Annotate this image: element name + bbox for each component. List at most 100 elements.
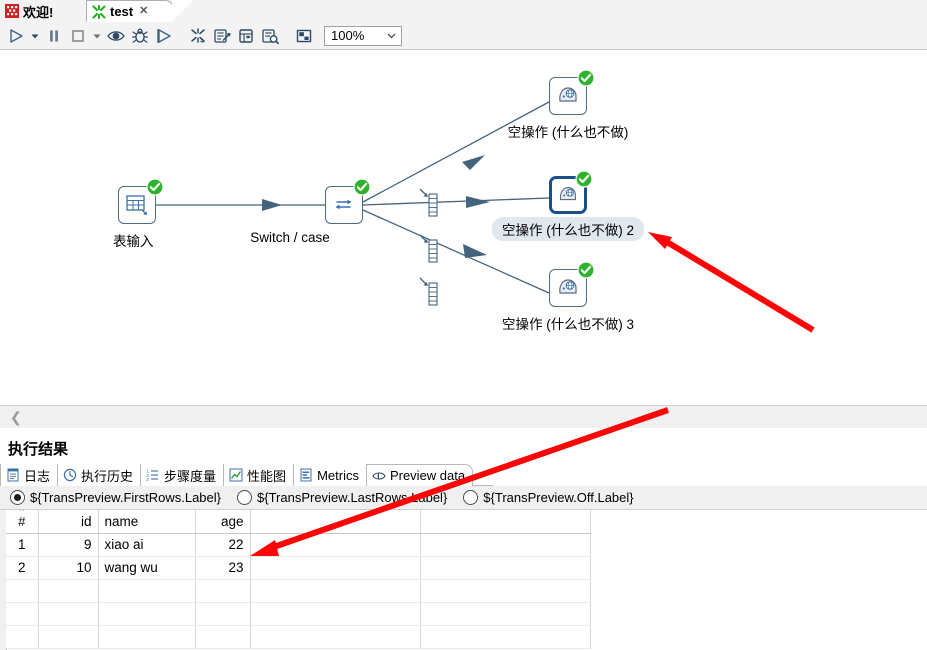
step-table-input-label: 表输入 bbox=[113, 234, 154, 249]
cell-empty bbox=[195, 625, 251, 649]
magnifier-grid-icon bbox=[261, 28, 279, 44]
canvas-collapse-bar: ❮ bbox=[0, 406, 927, 429]
inspect-data-button[interactable] bbox=[258, 24, 282, 48]
hop-table-input-to-switch bbox=[156, 199, 325, 211]
step-dummy-1[interactable] bbox=[549, 69, 595, 115]
transformation-hops bbox=[156, 101, 550, 306]
preview-rows-radio-group: ${TransPreview.FirstRows.Label} ${TransP… bbox=[0, 486, 927, 510]
list-numbered-icon: 1 2 3 bbox=[146, 469, 159, 482]
table-row-empty[interactable] bbox=[6, 625, 591, 649]
cell-empty bbox=[38, 602, 99, 626]
line-chart-icon bbox=[229, 468, 243, 482]
play-icon bbox=[10, 28, 23, 43]
column-header-hash[interactable]: ⌃ # bbox=[6, 510, 39, 534]
hop-switch-to-dummy-1 bbox=[362, 101, 550, 203]
replay-button[interactable] bbox=[152, 24, 176, 48]
preview-data-table[interactable]: ⌃ # id name age 1 9 xiao ai 22 2 10 wang… bbox=[6, 510, 591, 649]
editor-tab-bar: 欢迎! test ✕ bbox=[0, 0, 927, 23]
cell-empty bbox=[38, 625, 99, 649]
pause-icon bbox=[50, 30, 58, 41]
cell-empty bbox=[38, 579, 99, 603]
preview-button[interactable] bbox=[104, 24, 128, 48]
cell-id: 10 bbox=[38, 556, 99, 580]
table-row[interactable]: 1 9 xiao ai 22 bbox=[6, 533, 591, 557]
tab-performance-graph[interactable]: 性能图 bbox=[224, 464, 295, 486]
stop-icon bbox=[72, 29, 84, 42]
execution-results-panel: 执行结果 日志 执行历史 1 2 3 步骤度量 性能图 Metrics Prev… bbox=[0, 428, 927, 650]
bug-icon bbox=[132, 28, 148, 43]
table-row-empty[interactable] bbox=[6, 579, 591, 603]
run-button[interactable] bbox=[4, 24, 28, 48]
radio-off-label: ${TransPreview.Off.Label} bbox=[483, 490, 634, 505]
status-ok-icon bbox=[577, 69, 595, 87]
status-ok-icon bbox=[146, 178, 164, 196]
column-header-name[interactable]: name bbox=[98, 510, 196, 534]
tab-performance-graph-label: 性能图 bbox=[247, 468, 287, 484]
cell-empty bbox=[420, 602, 591, 626]
table-row-empty[interactable] bbox=[6, 602, 591, 626]
pause-button[interactable] bbox=[42, 24, 66, 48]
log-arrow-icon bbox=[213, 28, 230, 43]
step-dummy-3[interactable] bbox=[549, 261, 595, 307]
cell-name: wang wu bbox=[98, 556, 196, 580]
table-row[interactable]: 2 10 wang wu 23 bbox=[6, 556, 591, 580]
step-switch-case[interactable] bbox=[325, 178, 371, 224]
step-dummy-2[interactable] bbox=[549, 170, 593, 214]
tab-execution-history[interactable]: 执行历史 bbox=[58, 464, 142, 486]
column-header-age[interactable]: age bbox=[195, 510, 251, 534]
collapse-left-chevron-icon[interactable]: ❮ bbox=[10, 410, 22, 424]
zoom-level-combo[interactable]: 100% bbox=[324, 25, 402, 46]
status-ok-icon bbox=[575, 170, 593, 188]
history-clock-icon bbox=[63, 468, 77, 482]
status-ok-icon bbox=[577, 261, 595, 279]
cell-age: 23 bbox=[195, 556, 251, 580]
welcome-icon bbox=[5, 4, 19, 18]
cell-empty bbox=[98, 579, 196, 603]
transformation-icon bbox=[191, 27, 205, 43]
step-table-input[interactable] bbox=[118, 178, 164, 224]
cell-empty bbox=[195, 602, 251, 626]
debug-button[interactable] bbox=[128, 24, 152, 48]
preview-data-grid[interactable]: ⌃ # id name age 1 9 xiao ai 22 2 10 wang… bbox=[0, 510, 927, 650]
transformation-settings-button[interactable] bbox=[186, 24, 210, 48]
chevron-down-icon bbox=[31, 34, 39, 38]
transformation-canvas[interactable]: 表输入 Switch / case 空操作 (什么也不做) 空操作 (什么也不做… bbox=[0, 50, 927, 406]
close-icon[interactable]: ✕ bbox=[139, 6, 148, 17]
hop-switch-to-dummy-2 bbox=[362, 196, 550, 208]
svg-text:3: 3 bbox=[146, 477, 149, 482]
radio-off[interactable]: ${TransPreview.Off.Label} bbox=[463, 490, 634, 505]
tab-log-label: 日志 bbox=[24, 468, 51, 484]
tab-test[interactable]: test ✕ bbox=[86, 0, 174, 22]
column-header-id[interactable]: id bbox=[38, 510, 99, 534]
tab-welcome[interactable]: 欢迎! bbox=[0, 0, 88, 22]
radio-last-rows-dot bbox=[237, 490, 252, 505]
hop-indicator-3 bbox=[419, 277, 438, 306]
zoom-level-value: 100% bbox=[331, 28, 365, 43]
transformation-icon bbox=[92, 4, 106, 19]
radio-first-rows[interactable]: ${TransPreview.FirstRows.Label} bbox=[10, 490, 221, 505]
tab-log[interactable]: 日志 bbox=[0, 464, 59, 486]
align-button[interactable] bbox=[292, 24, 316, 48]
stop-button[interactable] bbox=[66, 24, 90, 48]
stop-options-dropdown[interactable] bbox=[90, 24, 104, 48]
chevron-down-icon bbox=[93, 34, 101, 38]
radio-first-rows-dot bbox=[10, 490, 25, 505]
cell-blank-1 bbox=[250, 556, 421, 580]
radio-last-rows-label: ${TransPreview.LastRows.Label} bbox=[257, 490, 448, 505]
cell-empty bbox=[98, 602, 196, 626]
tab-step-metrics[interactable]: 1 2 3 步骤度量 bbox=[141, 464, 225, 486]
cell-empty bbox=[420, 579, 591, 603]
tab-execution-history-label: 执行历史 bbox=[81, 468, 134, 484]
results-tab-strip: 日志 执行历史 1 2 3 步骤度量 性能图 Metrics Preview d… bbox=[0, 463, 927, 487]
radio-last-rows[interactable]: ${TransPreview.LastRows.Label} bbox=[237, 490, 447, 505]
show-grid-button[interactable] bbox=[234, 24, 258, 48]
step-dummy-2-label: 空操作 (什么也不做) 2 bbox=[491, 217, 645, 241]
tab-metrics[interactable]: Metrics bbox=[294, 464, 367, 486]
cell-row-num: 1 bbox=[6, 533, 39, 557]
cell-age: 22 bbox=[195, 533, 251, 557]
cell-empty bbox=[98, 625, 196, 649]
tab-preview-data[interactable]: Preview data bbox=[366, 464, 474, 486]
tab-preview-data-label: Preview data bbox=[389, 468, 466, 483]
run-options-dropdown[interactable] bbox=[28, 24, 42, 48]
show-log-button[interactable] bbox=[210, 24, 234, 48]
